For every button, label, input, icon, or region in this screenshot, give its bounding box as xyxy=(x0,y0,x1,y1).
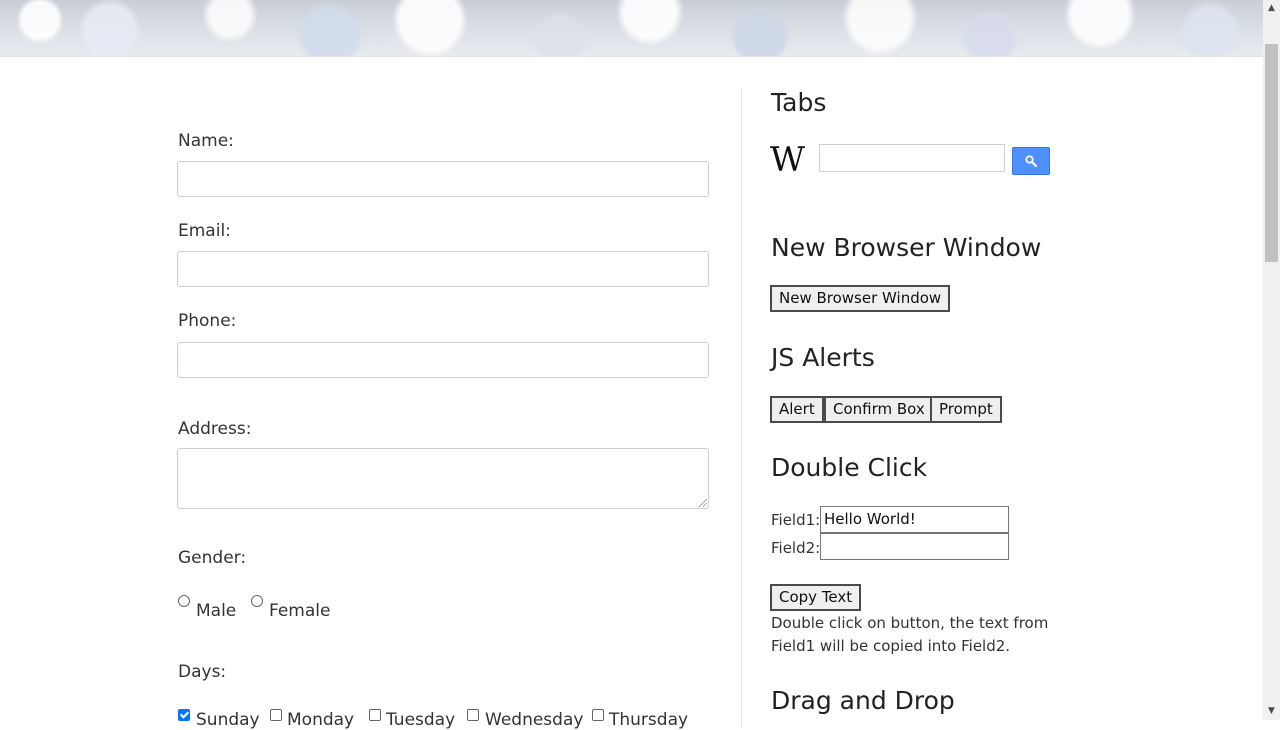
gender-female-label: Female xyxy=(269,601,331,621)
gender-female-radio[interactable] xyxy=(251,595,263,607)
day-monday-label: Monday xyxy=(287,710,355,730)
field1-input[interactable]: Hello World! xyxy=(820,506,1009,533)
day-sunday-label: Sunday xyxy=(196,710,260,730)
scroll-down-icon[interactable]: ▼ xyxy=(1263,703,1280,720)
scrollbar-thumb[interactable] xyxy=(1265,44,1278,262)
alert-button[interactable]: Alert xyxy=(770,396,824,423)
phone-label: Phone: xyxy=(178,311,237,331)
day-sunday-checkbox[interactable] xyxy=(178,709,190,721)
wikipedia-logo-icon: W xyxy=(770,140,805,180)
day-tuesday-label: Tuesday xyxy=(386,710,456,730)
email-label: Email: xyxy=(178,221,231,241)
day-tuesday-checkbox[interactable] xyxy=(369,709,381,721)
double-click-title: Double Click xyxy=(771,453,928,482)
double-click-help-text: Double click on button, the text from Fi… xyxy=(771,614,1049,655)
drag-drop-title: Drag and Drop xyxy=(771,686,955,715)
gender-label: Gender: xyxy=(178,548,247,568)
address-label: Address: xyxy=(178,419,252,439)
field2-label: Field2: xyxy=(771,539,821,557)
header-banner-image xyxy=(0,0,1263,57)
days-label: Days: xyxy=(178,662,227,682)
wikipedia-search-input[interactable] xyxy=(819,144,1005,172)
phone-input[interactable] xyxy=(177,342,709,378)
page-scrollbar[interactable]: ▲ ▼ xyxy=(1263,0,1280,720)
gender-male-label: Male xyxy=(196,601,237,621)
email-input[interactable] xyxy=(177,251,709,287)
name-label: Name: xyxy=(178,131,234,151)
day-wednesday-checkbox[interactable] xyxy=(467,709,479,721)
copy-text-button[interactable]: Copy Text xyxy=(770,584,862,611)
prompt-button[interactable]: Prompt xyxy=(930,396,1002,423)
new-browser-window-button[interactable]: New Browser Window xyxy=(770,285,951,312)
field1-label: Field1: xyxy=(771,511,821,529)
confirm-box-button[interactable]: Confirm Box xyxy=(824,396,934,423)
scroll-up-icon[interactable]: ▲ xyxy=(1263,0,1280,17)
day-thursday-label: Thursday xyxy=(609,710,689,730)
search-icon xyxy=(1025,155,1037,167)
column-divider xyxy=(741,88,742,728)
js-alerts-title: JS Alerts xyxy=(771,343,875,372)
gender-male-radio[interactable] xyxy=(178,595,190,607)
day-thursday-checkbox[interactable] xyxy=(592,709,604,721)
day-monday-checkbox[interactable] xyxy=(270,709,282,721)
field2-input[interactable] xyxy=(820,533,1009,560)
wikipedia-search-button[interactable] xyxy=(1012,147,1050,175)
new-window-title: New Browser Window xyxy=(771,233,1042,262)
address-textarea[interactable] xyxy=(177,448,709,509)
tabs-title: Tabs xyxy=(771,88,827,117)
day-wednesday-label: Wednesday xyxy=(485,710,584,730)
name-input[interactable] xyxy=(177,161,709,197)
resize-grip-icon[interactable] xyxy=(699,499,707,507)
